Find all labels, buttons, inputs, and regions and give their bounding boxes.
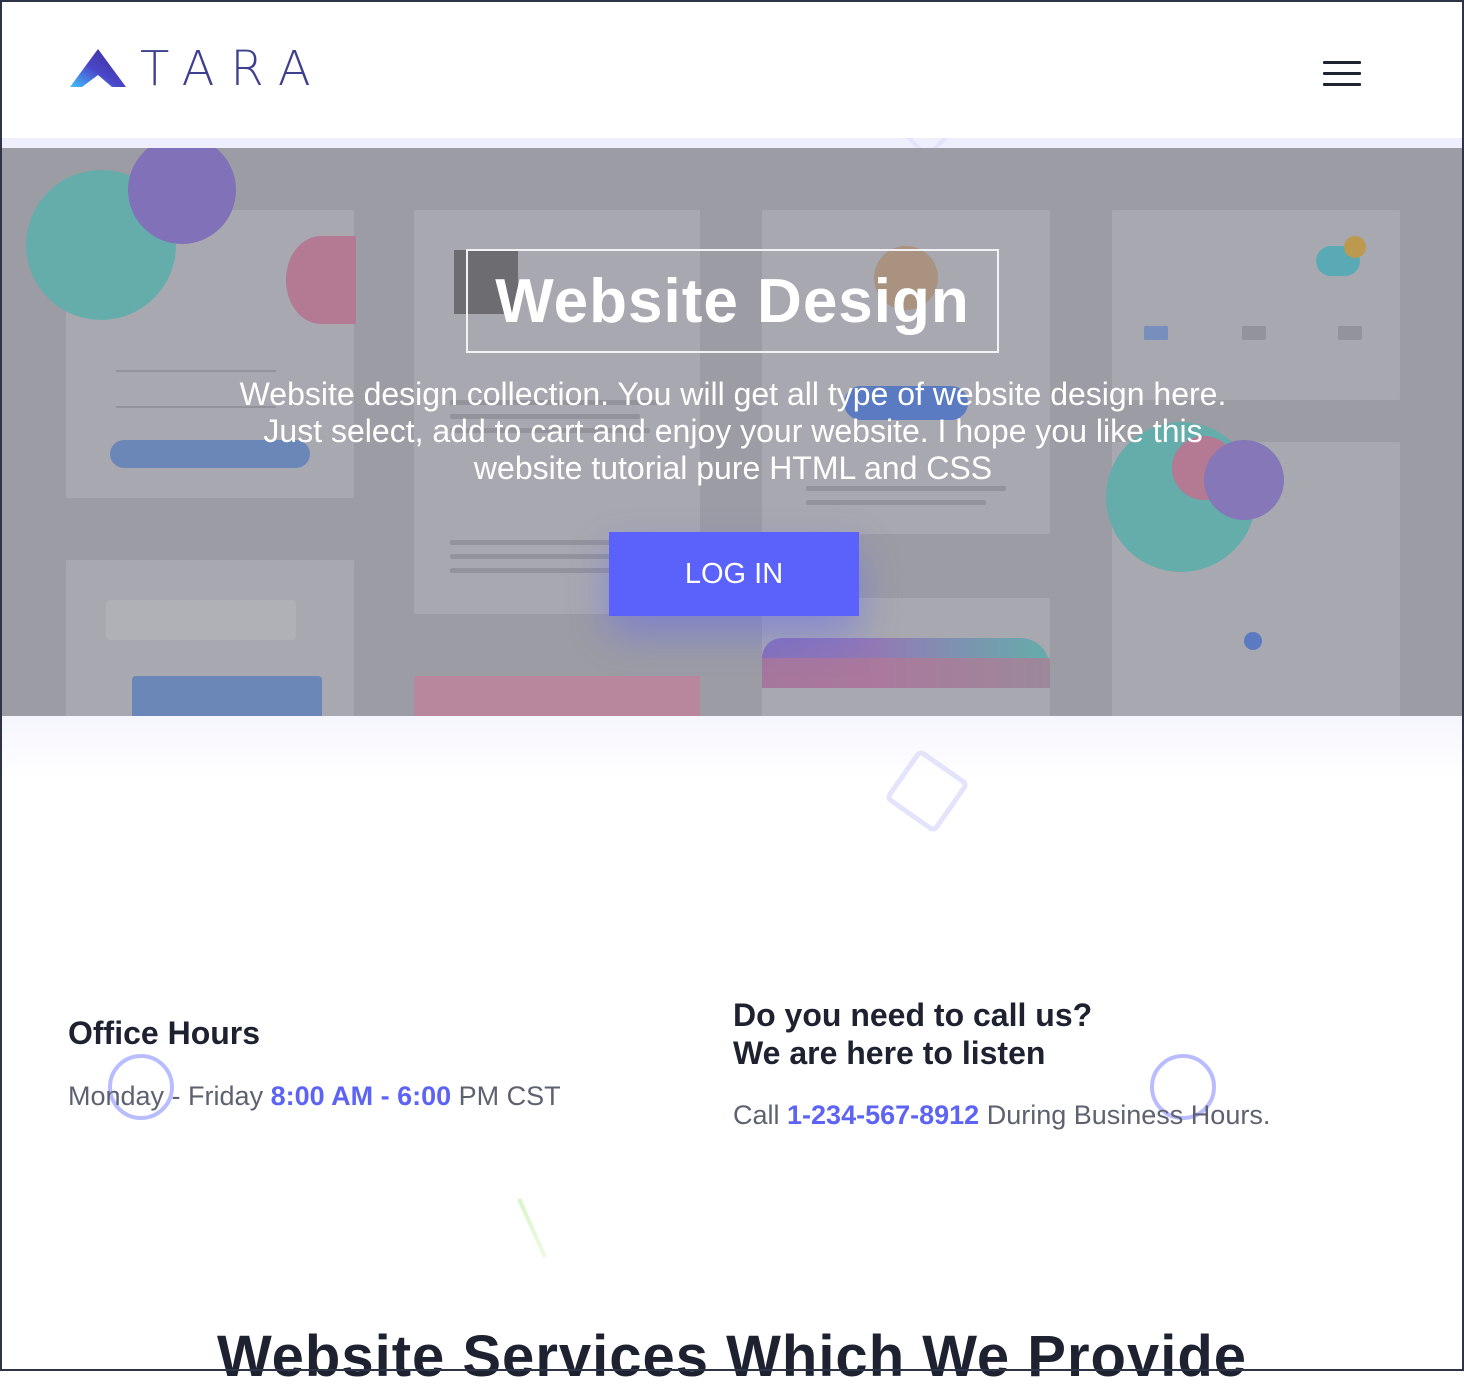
brand-name: TARA	[140, 41, 327, 97]
call-suffix: During Business Hours.	[986, 1100, 1271, 1130]
call-title-line2: We are here to listen	[733, 1035, 1046, 1071]
office-hours-title: Office Hours	[68, 1015, 261, 1051]
office-hours-text: Monday - Friday 8:00 AM - 6:00 PM CST	[68, 1080, 561, 1112]
office-hours-suffix: PM CST	[458, 1081, 561, 1111]
office-hours-time: 8:00 AM - 6:00	[270, 1081, 452, 1111]
hero-description: Website design collection. You will get …	[239, 376, 1227, 486]
call-title: Do you need to call us? We are here to l…	[733, 996, 1092, 1072]
hero-title: Website Design	[495, 266, 970, 336]
call-prefix: Call	[733, 1100, 780, 1130]
site-header: TARA	[2, 2, 1462, 138]
hero-title-frame: Website Design	[466, 249, 999, 353]
services-title: Website Services Which We Provide	[216, 1324, 1248, 1389]
hamburger-menu-icon[interactable]	[1323, 61, 1361, 87]
phone-link[interactable]: 1-234-567-8912	[787, 1100, 979, 1130]
office-hours-days: Monday - Friday	[68, 1081, 264, 1111]
call-text: Call 1-234-567-8912 During Business Hour…	[733, 1099, 1270, 1131]
line-decoration	[517, 1197, 547, 1259]
logo-mark-icon	[70, 49, 126, 87]
call-title-line1: Do you need to call us?	[733, 997, 1093, 1033]
brand-logo[interactable]: TARA	[68, 41, 327, 97]
login-button[interactable]: LOG IN	[609, 532, 859, 616]
